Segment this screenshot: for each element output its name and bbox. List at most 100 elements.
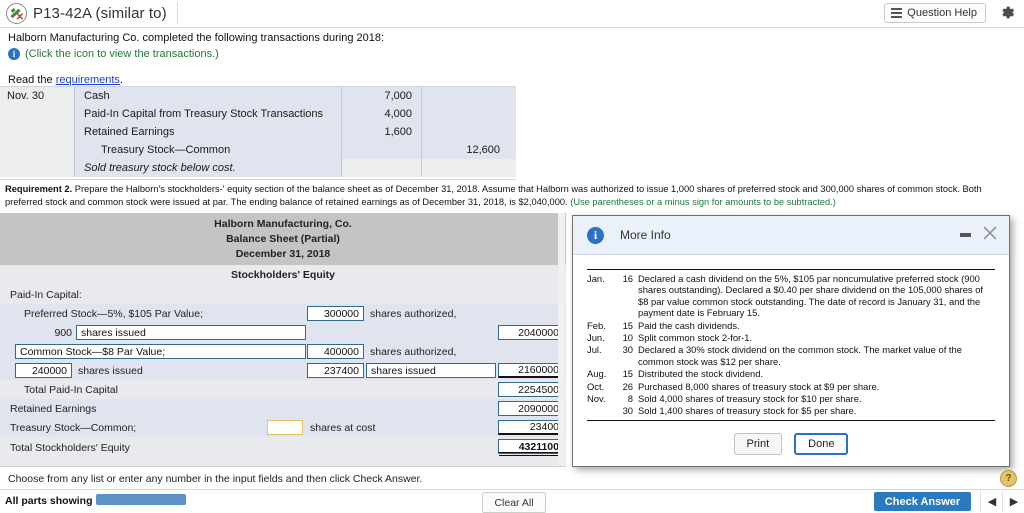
progress-bar [96,494,186,505]
close-icon[interactable] [981,224,999,242]
print-button[interactable]: Print [733,433,783,455]
info-icon: i [587,226,604,244]
table-row: Oct. 26 Purchased 8,000 shares of treasu… [587,380,995,392]
journal-credit [421,87,516,105]
treasury-shares-input[interactable] [267,420,303,435]
txn-text: Purchased 8,000 shares of treasury stock… [638,380,880,392]
intro-line: Halborn Manufacturing Co. completed the … [8,32,385,44]
section-title: Stockholders' Equity [0,265,566,285]
total-paid-in-capital-label: Total Paid-In Capital [24,383,118,396]
requirements-link[interactable]: requirements [56,74,120,86]
row-total-paid-in-capital: Total Paid-In Capital 2254500 [0,380,566,399]
read-prefix: Read the [8,74,56,86]
journal-date [0,141,74,159]
txn-month: Aug. [587,368,607,380]
view-transactions-hint[interactable]: (Click the icon to view the transactions… [25,48,219,60]
journal-credit [421,105,516,123]
common-issued-count-input[interactable]: 240000 [15,363,72,378]
preferred-issued-input[interactable]: shares issued [76,325,306,340]
row-total-stockholders-equity: Total Stockholders' Equity 4321100 [0,437,566,459]
paid-in-capital-label: Paid-In Capital: [10,288,82,301]
total-paid-in-capital-input[interactable]: 2254500 [498,382,564,397]
txn-month: Feb. [587,319,606,331]
txn-month: Jun. [587,332,605,344]
journal-entry-table: Nov. 30 Cash 7,000 Paid-In Capital from … [0,86,516,180]
row-common-issued: 240000 shares issued 237400 shares issue… [0,361,566,380]
txn-day: 16 [622,273,633,284]
next-arrow-icon[interactable]: ▶ [1002,491,1024,512]
dialog-body: Jan. 16 Declared a cash dividend on the … [573,255,1009,421]
top-header-bar: ✕ P13-42A (similar to) Question Help [0,0,1024,28]
transactions-icon-row[interactable]: i (Click the icon to view the transactio… [8,48,908,60]
balance-sheet-header: Halborn Manufacturing, Co. Balance Sheet… [0,213,566,265]
info-icon[interactable]: i [8,48,20,60]
journal-credit [421,159,516,177]
txn-day: 30 [622,344,633,356]
table-row: Treasury Stock—Common 12,600 [0,141,516,159]
preferred-stock-label: Preferred Stock—5%, $105 Par Value; [24,307,203,320]
done-button[interactable]: Done [794,433,849,455]
common-authorized-input[interactable]: 400000 [307,344,364,359]
requirement-2-label: Requirement 2. [5,184,73,194]
common-stock-label-input[interactable]: Common Stock—$8 Par Value; [15,344,306,359]
gear-icon[interactable] [999,4,1016,21]
journal-account: Paid-In Capital from Treasury Stock Tran… [74,105,341,123]
statement-name: Balance Sheet (Partial) [226,233,340,245]
txn-day: 15 [622,368,633,380]
table-row: Nov. 30 Cash 7,000 [0,87,516,105]
preferred-authorized-input[interactable]: 300000 [307,306,364,321]
more-info-dialog: i More Info Jan. 16 Declared a cash divi… [572,215,1010,467]
journal-debit [341,159,421,177]
txn-month: Jul. [587,344,602,356]
row-retained-earnings: Retained Earnings 2090000 [0,399,566,418]
question-help-button[interactable]: Question Help [884,3,986,23]
list-icon [891,8,903,18]
question-help-label: Question Help [907,7,977,19]
table-row: Retained Earnings 1,600 [0,123,516,141]
help-question-icon[interactable]: ? [1000,470,1017,487]
common-issued-caption: shares issued [78,365,143,377]
row-preferred-stock: Preferred Stock—5%, $105 Par Value; 3000… [0,304,566,323]
common-issued-count-input-2[interactable]: 237400 [307,363,364,378]
preferred-authorized-caption: shares authorized, [370,308,457,320]
journal-date [0,159,74,177]
txn-text: Sold 1,400 shares of treasury stock for … [638,405,857,417]
treasury-stock-label: Treasury Stock—Common; [10,421,137,434]
journal-debit: 4,000 [341,105,421,123]
statement-date: December 31, 2018 [235,248,331,260]
clear-all-button[interactable]: Clear All [482,492,546,513]
question-title-group: ✕ P13-42A (similar to) [6,2,178,24]
common-authorized-caption: shares authorized, [370,346,457,358]
table-row: Aug. 15 Distributed the stock dividend. [587,367,995,379]
journal-debit: 7,000 [341,87,421,105]
txn-day: 8 [627,393,633,405]
journal-account: Cash [74,87,341,105]
previous-arrow-icon[interactable]: ◀ [980,491,1003,512]
preferred-amount-input[interactable]: 2040000 [498,325,564,340]
worksheet-scrollbar[interactable] [558,213,565,466]
intro-block: Halborn Manufacturing Co. completed the … [8,32,908,60]
journal-debit: 1,600 [341,123,421,141]
common-issued-text-input-2[interactable]: shares issued [366,363,496,378]
double-underline-1 [499,452,563,453]
treasury-amount-input[interactable]: 23400 [498,420,564,435]
txn-month: Oct. [587,380,605,392]
retained-earnings-label: Retained Earnings [10,402,97,415]
retained-earnings-input[interactable]: 2090000 [498,401,564,416]
table-row: Sold treasury stock below cost. [0,159,516,177]
journal-account: Retained Earnings [74,123,341,141]
row-preferred-issued: 900 shares issued 2040000 [0,323,566,342]
txn-day: 15 [622,319,633,331]
table-row: Paid-In Capital from Treasury Stock Tran… [0,105,516,123]
table-row: 30 Sold 1,400 shares of treasury stock f… [587,404,995,420]
check-answer-button[interactable]: Check Answer [874,492,971,511]
table-row: Jan. 16 Declared a cash dividend on the … [587,270,995,319]
txn-month: Nov. [587,393,606,405]
total-equity-label: Total Stockholders' Equity [10,442,130,454]
row-common-stock: Common Stock—$8 Par Value; 400000 shares… [0,342,566,361]
common-amount-input[interactable]: 2160000 [498,363,564,378]
txn-text: Sold 4,000 shares of treasury stock for … [638,393,862,405]
all-parts-label: All parts showing [5,495,93,507]
journal-date: Nov. 30 [0,87,74,105]
minimize-icon[interactable] [960,233,971,237]
